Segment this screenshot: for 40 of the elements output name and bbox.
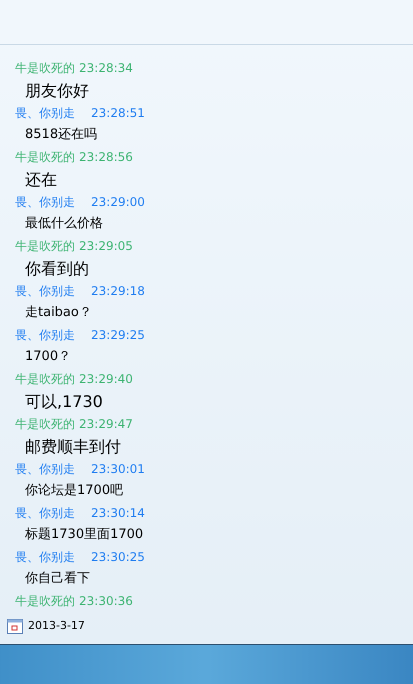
sender-name: 畏、你别走 [15,549,75,566]
calendar-icon [7,618,23,634]
message-time: 23:28:51 [91,105,145,122]
sender-name: 畏、你别走 [15,327,75,344]
sender-name: 牛是吹死的 [15,60,75,77]
message-text: 邮费顺丰到付 [25,437,121,456]
sender-name: 牛是吹死的 [15,238,75,255]
sender-name: 畏、你别走 [15,505,75,522]
message-text: 8518还在吗 [25,127,98,142]
message-time: 23:30:36 [79,593,133,610]
message-text: 可以,1730 [25,392,103,411]
message-time: 23:29:47 [79,416,133,433]
message-time: 23:29:18 [91,283,145,300]
message-time: 23:28:34 [79,60,133,77]
date-label: 2013-3-17 [28,618,85,634]
message-time: 23:30:14 [91,505,145,522]
sender-name: 牛是吹死的 [15,371,75,388]
sender-name: 牛是吹死的 [15,416,75,433]
sender-name: 牛是吹死的 [15,593,75,610]
message-text: 走taibao？ [25,305,92,320]
sender-name: 畏、你别走 [15,461,75,478]
message-text: 你自己看下 [25,571,90,586]
sender-name: 畏、你别走 [15,194,75,211]
message-time: 23:29:00 [91,194,145,211]
sender-name: 牛是吹死的 [15,149,75,166]
message-text: 最低什么价格 [25,216,103,231]
message-time: 23:29:25 [91,327,145,344]
message-text: 1700？ [25,349,72,364]
message-text: 你论坛是1700吧 [25,483,124,498]
message-text: 你看到的 [25,259,89,278]
message-text: 标题1730里面1700 [25,527,144,542]
message-time: 23:29:40 [79,371,133,388]
message-time: 23:30:01 [91,461,145,478]
message-time: 23:28:56 [79,149,133,166]
message-text: 朋友你好 [25,81,89,100]
message-time: 23:30:25 [91,549,145,566]
sender-name: 畏、你别走 [15,283,75,300]
message-time: 23:29:05 [79,238,133,255]
message-text: 还在 [25,170,57,189]
sender-name: 畏、你别走 [15,105,75,122]
